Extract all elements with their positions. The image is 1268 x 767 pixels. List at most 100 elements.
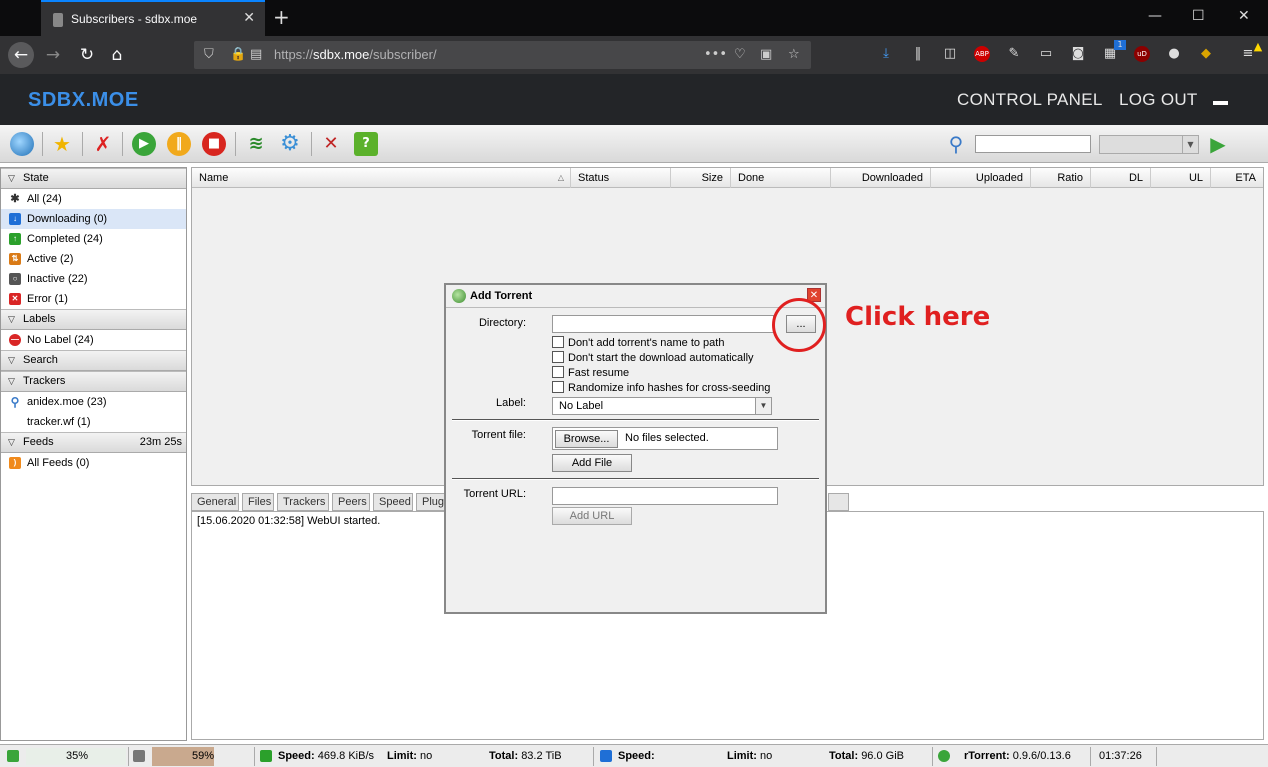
toolbar-search-engine-select[interactable]: ▼ — [1099, 135, 1199, 154]
clock-time: 01:37:26 — [1099, 750, 1142, 762]
tab-general[interactable]: General — [191, 493, 239, 511]
chevron-down-icon: ▼ — [755, 398, 771, 414]
tab-peers[interactable]: Peers — [332, 493, 370, 511]
browser-tab[interactable]: Subscribers - sdbx.moe ✕ — [41, 0, 265, 36]
sidebar-icon[interactable]: ◫ — [942, 46, 958, 62]
error-icon: ✕ — [9, 293, 21, 305]
sidebar-item-downloading[interactable]: ↓ Downloading (0) — [1, 209, 186, 229]
memory-icon — [133, 750, 145, 762]
settings-gear-icon[interactable]: ⚙ — [278, 132, 302, 156]
add-torrent-globe-icon[interactable] — [10, 132, 34, 156]
lock-icon[interactable]: 🔒 — [230, 47, 246, 62]
checkbox-box[interactable] — [552, 351, 564, 363]
ublock-icon[interactable]: uD — [1134, 46, 1150, 62]
column-dl[interactable]: DL — [1091, 168, 1151, 188]
tab-trackers[interactable]: Trackers — [277, 493, 329, 511]
bookmark-star-icon[interactable]: ☆ — [788, 47, 800, 62]
url-text[interactable]: https://sdbx.moe/subscriber/ — [274, 47, 437, 62]
home-icon[interactable]: ⌂ — [104, 42, 130, 68]
stop-icon[interactable]: ■ — [202, 132, 226, 156]
browse-file-button[interactable]: Browse... — [555, 430, 618, 448]
checkbox-box[interactable] — [552, 381, 564, 393]
help-question-icon[interactable]: ? — [354, 132, 378, 156]
column-ratio[interactable]: Ratio — [1031, 168, 1091, 188]
column-label: DL — [1128, 172, 1143, 184]
close-window-icon[interactable]: ✕ — [1238, 8, 1250, 24]
add-url-button[interactable]: Add URL — [552, 507, 632, 525]
add-file-button[interactable]: Add File — [552, 454, 632, 472]
column-size[interactable]: Size — [671, 168, 731, 188]
column-name[interactable]: Name △ — [192, 168, 571, 188]
tab-files[interactable]: Files — [242, 493, 274, 511]
tab-plugins[interactable]: Plug — [416, 493, 446, 511]
extension-mask-icon[interactable]: ◙ — [1070, 46, 1086, 62]
log-out-link[interactable]: LOG OUT — [1119, 90, 1198, 110]
forward-arrow-icon[interactable]: → — [40, 42, 66, 68]
sidebar-item-error[interactable]: ✕ Error (1) — [1, 289, 186, 309]
checkbox-box[interactable] — [552, 336, 564, 348]
column-uploaded[interactable]: Uploaded — [931, 168, 1031, 188]
remove-x-icon[interactable]: ✗ — [91, 132, 115, 156]
checkbox-label: Fast resume — [568, 367, 630, 379]
extension-pencil-icon[interactable]: ✎ — [1006, 46, 1022, 62]
sidebar-item-tracker-wf[interactable]: tracker.wf (1) — [1, 412, 186, 432]
go-arrow-icon[interactable]: ▶ — [1206, 132, 1230, 156]
column-status[interactable]: Status — [571, 168, 671, 188]
sidebar-category-state[interactable]: ▽ State — [1, 168, 186, 189]
directory-input[interactable] — [552, 315, 774, 333]
sidebar-item-tracker-anidex[interactable]: ⚲ anidex.moe (23) — [1, 392, 186, 412]
column-ul[interactable]: UL — [1151, 168, 1211, 188]
search-magnifier-icon[interactable]: ⚲ — [944, 132, 968, 156]
library-icon[interactable]: ‖ — [910, 46, 926, 62]
menu-collapse-icon[interactable] — [1213, 101, 1228, 105]
maximize-window-icon[interactable]: ☐ — [1192, 8, 1205, 24]
column-done[interactable]: Done — [731, 168, 831, 188]
adblock-icon[interactable]: ABP — [974, 46, 990, 62]
column-downloaded[interactable]: Downloaded — [831, 168, 931, 188]
downloads-icon[interactable]: ⤓ — [878, 46, 894, 62]
control-panel-link[interactable]: CONTROL PANEL — [957, 90, 1103, 110]
shield-icon[interactable]: ⛉ — [204, 47, 214, 62]
torrent-file-input[interactable]: Browse... No files selected. — [552, 427, 778, 450]
label-select[interactable]: No Label ▼ — [552, 397, 772, 415]
tools-wrench-icon[interactable]: ✕ — [319, 132, 343, 156]
sidebar-item-active[interactable]: ⇅ Active (2) — [1, 249, 186, 269]
column-eta[interactable]: ETA — [1211, 168, 1263, 188]
tab-extra[interactable] — [828, 493, 849, 511]
url-bar[interactable]: ⛉ 🔒 ▤ https://sdbx.moe/subscriber/ ••• ♡… — [194, 41, 811, 69]
page-actions-icon[interactable]: ••• — [704, 47, 727, 62]
sidebar-item-all-feeds[interactable]: ) All Feeds (0) — [1, 453, 186, 473]
sidebar-category-trackers[interactable]: ▽ Trackers — [1, 371, 186, 392]
account-icon[interactable]: ● — [1166, 46, 1182, 62]
site-logo[interactable]: SDBX.MOE — [28, 89, 139, 112]
pause-icon[interactable]: ‖ — [167, 132, 191, 156]
sidebar-category-labels[interactable]: ▽ Labels — [1, 309, 186, 330]
sidebar-category-feeds[interactable]: ▽ Feeds 23m 25s — [1, 432, 186, 453]
screenshot-icon[interactable]: ▣ — [760, 47, 772, 62]
reload-icon[interactable]: ↻ — [74, 42, 100, 68]
back-arrow-icon[interactable]: ← — [8, 42, 34, 68]
sidebar-item-inactive[interactable]: ○ Inactive (22) — [1, 269, 186, 289]
sidebar-item-all[interactable]: ✱ All (24) — [1, 189, 186, 209]
pocket-icon[interactable]: ♡ — [734, 47, 746, 62]
new-tab-icon[interactable]: + — [273, 5, 290, 29]
toolbar-search-input[interactable] — [975, 135, 1091, 153]
sidebar-category-search[interactable]: ▽ Search — [1, 350, 186, 371]
torrent-url-input[interactable] — [552, 487, 778, 505]
sidebar-item-completed[interactable]: ↑ Completed (24) — [1, 229, 186, 249]
tab-close-icon[interactable]: ✕ — [243, 10, 255, 26]
extension-window-icon[interactable]: ▭ — [1038, 46, 1054, 62]
favorite-star-icon[interactable]: ★ — [50, 132, 74, 156]
start-play-icon[interactable]: ▶ — [132, 132, 156, 156]
dialog-titlebar[interactable]: Add Torrent ✕ — [446, 285, 825, 308]
download-limit[interactable]: Limit: no — [727, 750, 772, 762]
disk-usage-percent: 35% — [66, 750, 89, 762]
tab-speed[interactable]: Speed — [373, 493, 413, 511]
sidebar-item-no-label[interactable]: — No Label (24) — [1, 330, 186, 350]
upload-limit[interactable]: Limit: no — [387, 750, 432, 762]
extension-leaf-icon[interactable]: ◆ — [1198, 46, 1214, 62]
minimize-window-icon[interactable]: — — [1148, 8, 1162, 24]
checkbox-box[interactable] — [552, 366, 564, 378]
rss-feed-icon[interactable]: ≋ — [244, 132, 268, 156]
dialog-divider — [452, 419, 819, 421]
